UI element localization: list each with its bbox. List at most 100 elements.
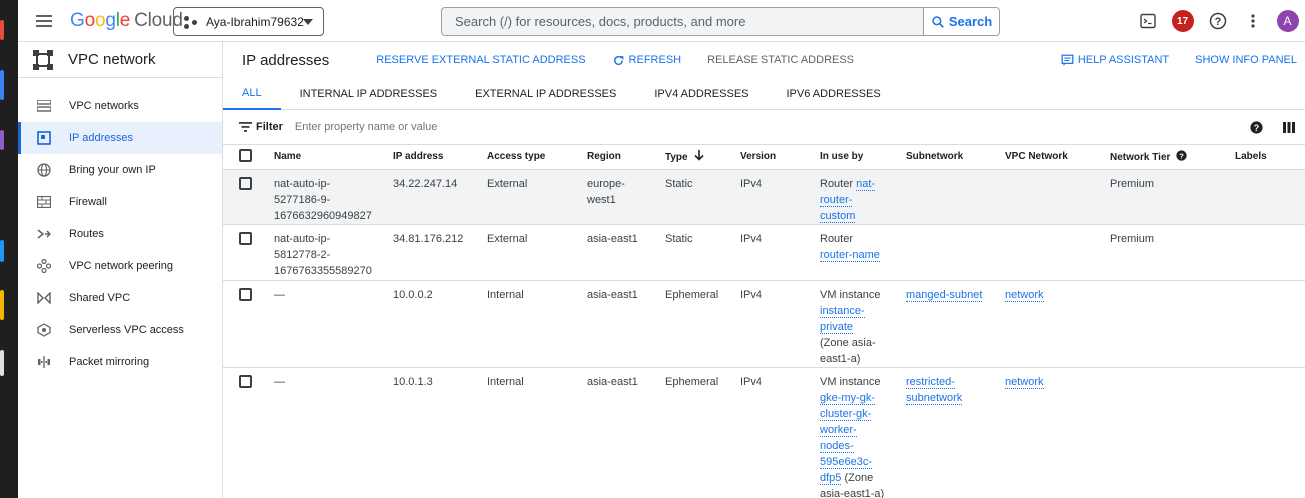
taskbar-app-icon[interactable]: [0, 70, 4, 100]
reserve-static-address-button[interactable]: RESERVE EXTERNAL STATIC ADDRESS: [376, 54, 585, 66]
sort-descending-icon[interactable]: [694, 150, 704, 161]
sidebar-item-packet-mirroring[interactable]: Packet mirroring: [18, 346, 222, 378]
vpc-network-link[interactable]: network: [1005, 288, 1044, 302]
tab-ipv4-addresses[interactable]: IPV4 ADDRESSES: [635, 78, 767, 110]
version-cell: IPv4: [740, 280, 820, 368]
row-checkbox[interactable]: [239, 374, 252, 388]
help-assistant-button[interactable]: HELP ASSISTANT: [1061, 54, 1169, 67]
column-header-type[interactable]: Type: [665, 145, 740, 170]
tab-all[interactable]: ALL: [223, 78, 281, 110]
help-circle-icon[interactable]: ?: [1250, 121, 1263, 134]
filter-right-tools: ?: [1250, 110, 1295, 145]
in-use-by-type: Router: [820, 232, 854, 245]
in-use-by-link[interactable]: custom: [820, 209, 856, 223]
taskbar-app-icon[interactable]: [0, 240, 4, 262]
labels-cell: [1235, 169, 1305, 225]
column-header-version[interactable]: Version: [740, 145, 820, 170]
filter-input[interactable]: [294, 121, 595, 133]
notifications-button[interactable]: 17: [1165, 0, 1200, 42]
search-bar[interactable]: Search (/) for resources, docs, products…: [441, 7, 1000, 36]
sidebar-item-label: VPC networks: [69, 100, 139, 112]
address-tabs: ALL INTERNAL IP ADDRESSES EXTERNAL IP ADDR…: [223, 78, 1305, 110]
in-use-by-link[interactable]: 595e6e3c-: [820, 455, 872, 469]
subnetwork-link[interactable]: restricted-: [906, 375, 955, 389]
sidebar-item-bring-your-own-ip[interactable]: Bring your own IP: [18, 154, 222, 186]
select-all-checkbox[interactable]: [239, 148, 252, 162]
subnetwork-cell: restricted-subnetwork: [906, 367, 1005, 498]
row-select-cell: [223, 224, 274, 281]
sidebar-item-label: Serverless VPC access: [69, 324, 184, 336]
row-checkbox[interactable]: [239, 176, 252, 190]
tab-ipv6-addresses[interactable]: IPV6 ADDRESSES: [768, 78, 900, 110]
table-row[interactable]: — 10.0.1.3 Internal asia-east1 Ephemeral IPv4…: [223, 367, 1305, 498]
svg-text:?: ?: [1214, 16, 1221, 28]
column-header-name[interactable]: Name: [274, 145, 393, 170]
column-header-region[interactable]: Region: [587, 145, 665, 170]
sidebar-item-label: Packet mirroring: [69, 356, 150, 368]
in-use-by-link[interactable]: worker-: [820, 423, 857, 437]
search-input[interactable]: Search (/) for resources, docs, products…: [442, 14, 923, 29]
account-button[interactable]: A: [1270, 0, 1305, 42]
column-header-network-tier[interactable]: Network Tier ?: [1110, 145, 1235, 170]
region: europe-: [587, 177, 625, 190]
vpc-network-link[interactable]: network: [1005, 375, 1044, 389]
column-display-icon[interactable]: [1283, 122, 1295, 133]
tab-external-ip-addresses[interactable]: EXTERNAL IP ADDRESSES: [456, 78, 635, 110]
column-header-subnetwork[interactable]: Subnetwork: [906, 145, 1005, 170]
table-row[interactable]: nat-auto-ip- 5277186-9- 1676632960949827 34…: [223, 169, 1305, 225]
project-picker[interactable]: Aya-Ibrahim79632: [173, 7, 324, 36]
release-static-address-button[interactable]: RELEASE STATIC ADDRESS: [707, 54, 854, 66]
help-circle-icon[interactable]: ?: [1176, 150, 1187, 161]
subnetwork-link[interactable]: subnetwork: [906, 391, 963, 405]
google-cloud-logo[interactable]: Google Cloud: [70, 10, 183, 32]
column-header-vpc-network[interactable]: VPC Network: [1005, 145, 1110, 170]
in-use-by-link[interactable]: dfp5: [820, 471, 842, 485]
refresh-button[interactable]: REFRESH: [612, 54, 681, 67]
search-button[interactable]: Search: [923, 8, 999, 35]
taskbar-app-icon[interactable]: [0, 130, 4, 150]
sidebar-item-shared-vpc[interactable]: Shared VPC: [18, 282, 222, 314]
sidebar-item-vpc-networks[interactable]: VPC networks: [18, 90, 222, 122]
sidebar-item-ip-addresses[interactable]: IP addresses: [18, 122, 222, 154]
show-info-panel-button[interactable]: SHOW INFO PANEL: [1195, 54, 1297, 66]
column-header-label: Version: [740, 151, 777, 163]
in-use-by-link[interactable]: nat-: [856, 177, 876, 191]
row-checkbox[interactable]: [239, 287, 252, 301]
in-use-by-link[interactable]: gke-my-gk-: [820, 391, 876, 405]
in-use-by-link[interactable]: nodes-: [820, 439, 854, 453]
taskbar-app-icon[interactable]: [0, 20, 4, 40]
help-icon[interactable]: ?: [1200, 0, 1235, 42]
table-row[interactable]: nat-auto-ip- 5812778-2- 1676763355589270 34…: [223, 224, 1305, 281]
in-use-by-link[interactable]: router-name: [820, 248, 880, 262]
table-row[interactable]: — 10.0.0.2 Internal asia-east1 Ephemeral IPv4…: [223, 280, 1305, 368]
column-header-ip-address[interactable]: IP address: [393, 145, 487, 170]
row-checkbox[interactable]: [239, 231, 252, 245]
tab-internal-ip-addresses[interactable]: INTERNAL IP ADDRESSES: [281, 78, 457, 110]
in-use-by-link[interactable]: private: [820, 320, 854, 334]
assistant-icon: [1061, 54, 1074, 66]
sidebar-item-firewall[interactable]: Firewall: [18, 186, 222, 218]
network-tier: Premium: [1110, 177, 1155, 190]
column-header-in-use-by[interactable]: In use by: [820, 145, 906, 170]
menu-icon[interactable]: [18, 0, 70, 42]
filter-button[interactable]: Filter: [239, 121, 283, 133]
ip-address: 10.0.1.3: [393, 375, 433, 388]
ip-addresses-icon: [18, 131, 69, 145]
sidebar-item-routes[interactable]: Routes: [18, 218, 222, 250]
in-use-by-link[interactable]: cluster-gk-: [820, 407, 872, 421]
refresh-icon: [613, 55, 623, 65]
sidebar-item-vpc-network-peering[interactable]: VPC network peering: [18, 250, 222, 282]
sidebar-item-label: Firewall: [69, 196, 107, 208]
in-use-by-link[interactable]: instance-: [820, 304, 865, 318]
region-cell: europe-west1: [587, 169, 665, 225]
in-use-by-link[interactable]: router-: [820, 193, 853, 207]
column-header-labels[interactable]: Labels: [1235, 145, 1305, 170]
more-options-icon[interactable]: [1235, 0, 1270, 42]
taskbar-app-icon[interactable]: [0, 350, 4, 376]
column-header-access-type[interactable]: Access type: [487, 145, 587, 170]
cloud-shell-icon[interactable]: [1130, 0, 1165, 42]
region-cell: asia-east1: [587, 224, 665, 281]
subnetwork-link[interactable]: manged-subnet: [906, 288, 983, 302]
taskbar-app-icon[interactable]: [0, 290, 4, 320]
sidebar-item-serverless-vpc-access[interactable]: Serverless VPC access: [18, 314, 222, 346]
